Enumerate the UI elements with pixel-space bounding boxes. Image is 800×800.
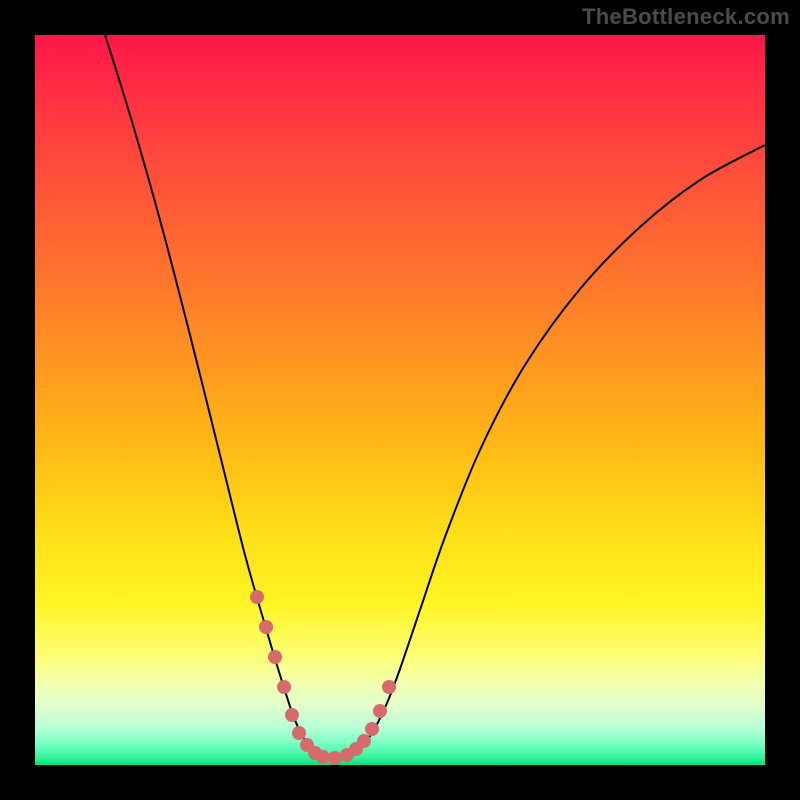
watermark-text: TheBottleneck.com xyxy=(582,4,790,30)
highlight-dot xyxy=(328,751,342,765)
highlight-dot xyxy=(357,734,371,748)
highlight-dot xyxy=(277,680,291,694)
curve-layer xyxy=(35,35,765,765)
highlight-dot xyxy=(285,708,299,722)
plot-area xyxy=(35,35,765,765)
highlight-dot xyxy=(250,590,264,604)
highlight-dot xyxy=(292,726,306,740)
highlight-dot xyxy=(268,650,282,664)
highlight-dot xyxy=(316,750,330,764)
highlight-dot xyxy=(382,680,396,694)
chart-frame: TheBottleneck.com xyxy=(0,0,800,800)
highlight-dots xyxy=(250,590,396,765)
highlight-dot xyxy=(259,620,273,634)
bottleneck-curve xyxy=(105,35,765,758)
highlight-dot xyxy=(365,722,379,736)
highlight-dot xyxy=(373,704,387,718)
